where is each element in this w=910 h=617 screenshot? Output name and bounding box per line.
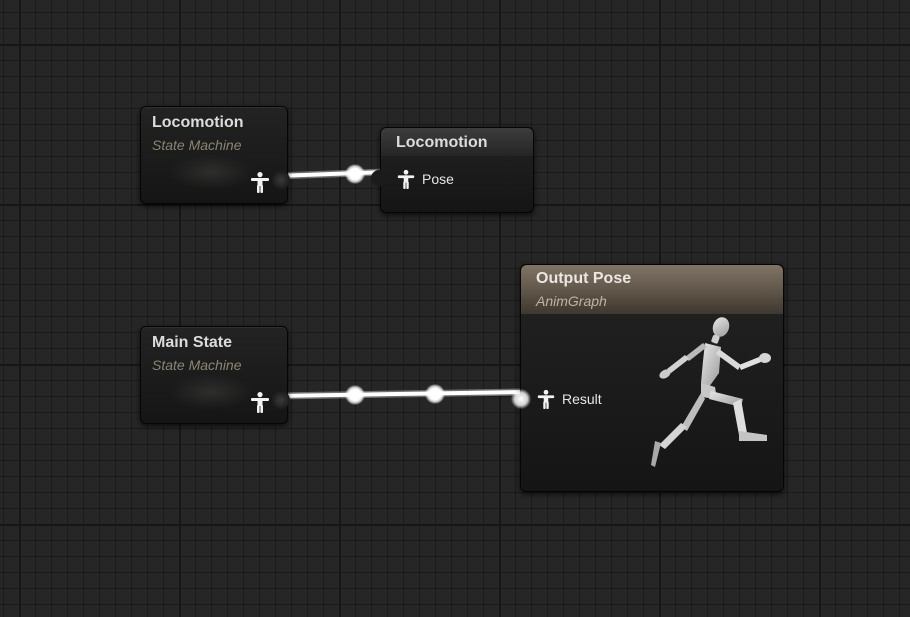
- node-title: Locomotion: [396, 134, 488, 151]
- pose-icon[interactable]: [249, 391, 271, 413]
- running-mannequin-icon: [643, 317, 777, 477]
- node-preview: [171, 375, 251, 409]
- state-machine-node-locomotion[interactable]: Locomotion State Machine: [140, 106, 290, 204]
- output-pose-node[interactable]: Output Pose AnimGraph Result: [511, 264, 784, 492]
- result-input-pin[interactable]: Result: [536, 389, 602, 409]
- node-preview: [171, 155, 251, 189]
- reroute-knot[interactable]: [345, 385, 365, 405]
- pin-label: Pose: [422, 171, 454, 187]
- node-subtitle: AnimGraph: [536, 293, 607, 309]
- pose-icon[interactable]: [249, 171, 271, 193]
- node-subtitle: State Machine: [152, 357, 242, 373]
- reroute-knot[interactable]: [345, 164, 365, 184]
- state-machine-node-main-state[interactable]: Main State State Machine: [140, 326, 290, 424]
- output-pin-knob[interactable]: [272, 171, 290, 189]
- reroute-knot[interactable]: [425, 384, 445, 404]
- pose-input-pin[interactable]: Pose: [396, 169, 454, 189]
- node-title: Output Pose: [536, 270, 632, 287]
- input-pin-knob[interactable]: [371, 170, 387, 186]
- node-title: Locomotion: [152, 114, 244, 131]
- node-title: Main State: [152, 334, 233, 351]
- input-pin-knob[interactable]: [511, 389, 531, 409]
- pose-icon: [396, 169, 416, 189]
- state-machine-reference-node-locomotion[interactable]: Locomotion Pose: [371, 127, 534, 213]
- node-subtitle: State Machine: [152, 137, 242, 153]
- pose-icon: [536, 389, 556, 409]
- output-pin-knob[interactable]: [272, 391, 290, 409]
- pin-label: Result: [562, 391, 602, 407]
